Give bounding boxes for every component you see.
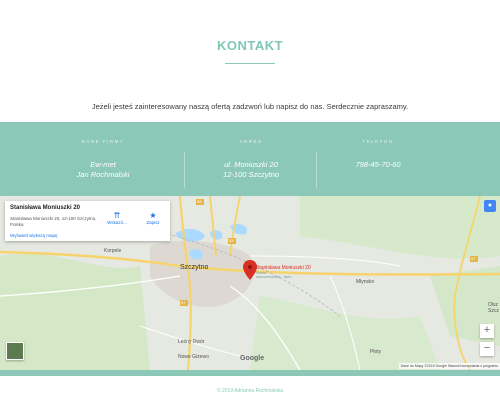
directions-button[interactable]: ⇈ Wskazó... [103,211,131,225]
separator [184,152,185,188]
section-title: KONTAKT [216,38,284,53]
contact-address: ADRES ul. Moniuszki 20 12-100 Szczytno [188,122,314,196]
road-shield-label: 57 [181,300,186,305]
place-label: Nowe Gizewo [178,354,209,360]
contact-firm: DANE FIRMY Ew-met Jan Rochmalski [40,122,166,196]
phone-label: TELEFON [362,139,394,144]
place-label: Szczytno [180,264,209,271]
save-button[interactable]: ★ Zapisz [139,211,167,225]
road-shield-label: 58 [197,199,202,204]
place-label: Młynsko [356,279,375,285]
place-label: Korpele [104,248,122,254]
firm-name: Ew-met [90,160,116,169]
place-name: Stanisława Moniuszki 20 [10,205,81,211]
satellite-toggle[interactable] [6,342,24,360]
road-shield-label: 57 [471,256,476,261]
zoom-out-button[interactable]: − [480,342,494,356]
address-city: 12-100 Szczytno [223,170,279,179]
zoom-in-button[interactable]: + [480,324,494,338]
road-shield-label: 53 [229,238,234,243]
save-label: Zapisz [146,220,160,225]
star-icon: ★ [149,211,157,220]
directions-label: Wskazó... [107,220,127,225]
pin-sublabel: samochodowa · Auto [256,275,292,279]
contact-band: DANE FIRMY Ew-met Jan Rochmalski ADRES u… [0,122,500,196]
google-map[interactable]: 58 53 57 57 Szczytno Korpele Młynsko Leś… [0,196,500,370]
place-address: Stanisława Moniuszki 20, 12-100 Szczytno… [10,216,97,227]
intro-text: Jeżeli jesteś zainteresowany naszą ofert… [91,102,409,111]
firm-label: DANE FIRMY [81,139,125,144]
footer-copyright: © 2019 Adrianna Rochmalska [216,388,284,394]
contact-phone: TELEFON 798-45-70-60 [316,122,440,196]
phone-number[interactable]: 798-45-70-60 [316,160,440,170]
place-label: Leśny Dwór [178,339,205,345]
address-street: ul. Moniuszki 20 [224,160,278,169]
footer-band [0,370,500,376]
street-view-person-icon[interactable]: ● [484,200,496,212]
place-card: Stanisława Moniuszki 20 Stanisława Moniu… [5,201,170,241]
directions-icon: ⇈ [113,211,121,220]
larger-map-link[interactable]: Wyświetl większą mapę [10,233,57,238]
place-label: Szcz [488,308,499,314]
firm-owner: Jan Rochmalski [76,170,130,179]
map-attribution[interactable]: Dane do Mapy ©2019 Google Warunki korzys… [398,363,500,369]
place-label: Płoty [370,349,382,355]
title-underline [225,63,275,64]
address-label: ADRES [239,139,263,144]
google-logo: Google [240,355,265,362]
